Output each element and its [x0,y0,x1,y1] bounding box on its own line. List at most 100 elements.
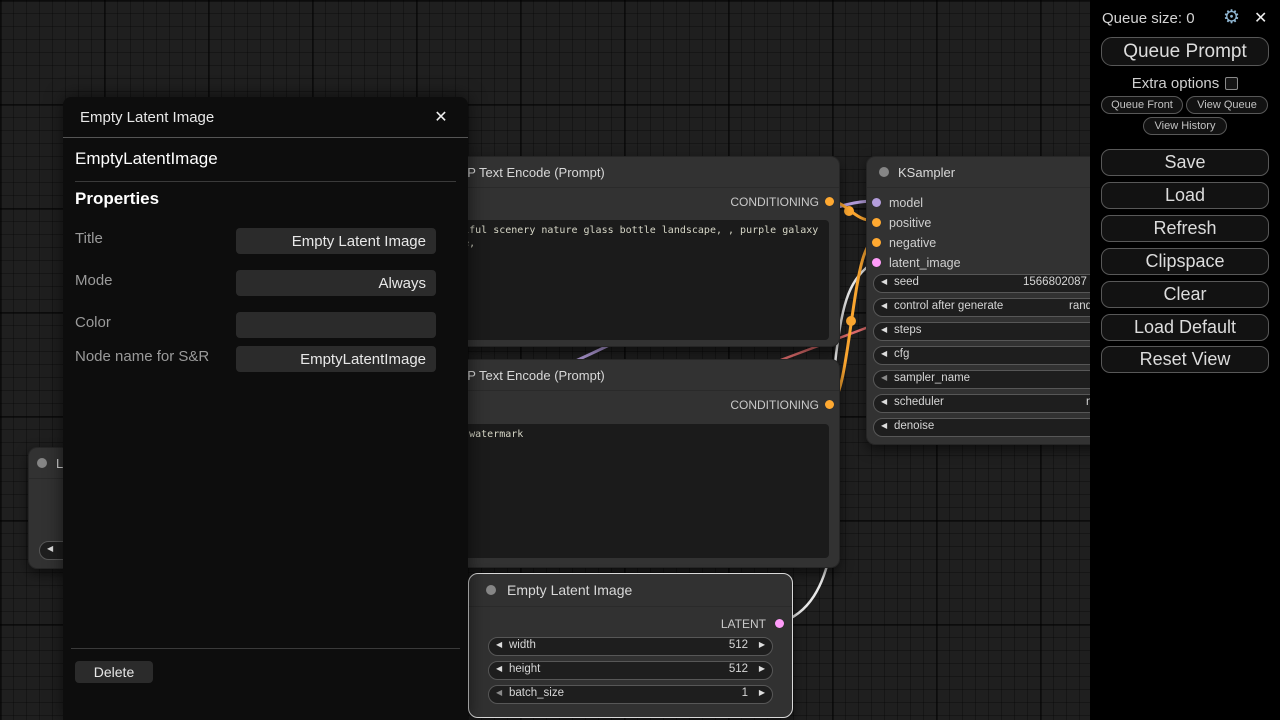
control-after-generate-widget[interactable]: ◀ control after generate rand [873,298,1090,317]
sampler-name-widget[interactable]: ◀ sampler_name [873,370,1090,389]
view-history-button[interactable]: View History [1143,117,1227,135]
wire-midpoint-dot [846,316,856,326]
input-label: latent_image [889,256,961,270]
view-queue-button[interactable]: View Queue [1186,96,1268,114]
mode-field-input[interactable]: Always [236,270,436,296]
latent-output-port[interactable] [775,619,784,628]
title-field-input[interactable]: Empty Latent Image [236,228,436,254]
node-properties-panel: Empty Latent Image ✕ EmptyLatentImage Pr… [63,97,468,720]
node-clip-text-encode-negative[interactable]: CLIP Text Encode (Prompt) CONDITIONING t… [413,359,840,568]
widget-label: sampler_name [894,372,970,384]
widget-label: seed [894,276,919,288]
panel-header: Empty Latent Image ✕ [63,97,468,137]
steps-widget[interactable]: ◀ steps [873,322,1090,341]
decrement-arrow-icon[interactable]: ◀ [881,373,887,382]
positive-input-port[interactable] [872,218,881,227]
widget-label: width [509,639,536,651]
node-ksampler[interactable]: KSampler model positive negative latent_… [866,156,1090,445]
queue-size-label: Queue size: 0 [1102,10,1195,27]
input-label: model [889,196,923,210]
conditioning-output-port[interactable] [825,197,834,206]
snr-field-input[interactable]: EmptyLatentImage [236,346,436,372]
extra-options-checkbox[interactable] [1225,77,1238,90]
height-widget[interactable]: ◀ height 512 ▶ [488,661,773,680]
load-button[interactable]: Load [1101,182,1269,209]
increment-arrow-icon[interactable]: ▶ [759,664,765,673]
decrement-arrow-icon[interactable]: ◀ [881,397,887,406]
negative-input-port[interactable] [872,238,881,247]
seed-widget[interactable]: ◀ seed 1566802087 [873,274,1090,293]
input-label: negative [889,236,936,250]
load-default-button[interactable]: Load Default [1101,314,1269,341]
increment-arrow-icon[interactable]: ▶ [759,640,765,649]
scheduler-widget[interactable]: ◀ scheduler n [873,394,1090,413]
conditioning-output-port[interactable] [825,400,834,409]
decrement-arrow-icon[interactable]: ◀ [881,421,887,430]
batch-size-widget[interactable]: ◀ batch_size 1 ▶ [488,685,773,704]
node-empty-latent-image[interactable]: Empty Latent Image LATENT ◀ width 512 ▶ … [468,573,793,718]
decrement-arrow-icon[interactable]: ◀ [881,349,887,358]
widget-label: scheduler [894,396,944,408]
collapse-dot[interactable] [486,585,496,595]
mode-field-label: Mode [75,272,113,289]
widget-label: denoise [894,420,934,432]
widget-value: 1 [742,687,748,699]
decrement-arrow-icon[interactable]: ◀ [496,640,502,649]
collapse-dot[interactable] [37,458,47,468]
latent-image-input-port[interactable] [872,258,881,267]
wire-midpoint-dot [844,206,854,216]
widget-label: height [509,663,540,675]
color-field-input[interactable] [236,312,436,338]
cfg-widget[interactable]: ◀ cfg [873,346,1090,365]
node-title-bar[interactable]: CLIP Text Encode (Prompt) [414,157,839,188]
node-clip-text-encode-positive[interactable]: CLIP Text Encode (Prompt) CONDITIONING b… [413,156,840,347]
conditioning-output-label: CONDITIONING [730,395,839,415]
width-widget[interactable]: ◀ width 512 ▶ [488,637,773,656]
refresh-button[interactable]: Refresh [1101,215,1269,242]
widget-value: 512 [729,639,748,651]
decrement-arrow-icon[interactable]: ◀ [496,664,502,673]
close-icon[interactable]: ✕ [428,101,454,133]
widget-value: rand [1069,300,1090,312]
decrement-arrow-icon[interactable]: ◀ [496,688,502,697]
panel-title: Empty Latent Image [80,97,214,137]
widget-label: steps [894,324,922,336]
properties-heading: Properties [75,189,159,209]
widget-label: cfg [894,348,909,360]
decrement-arrow-icon[interactable]: ◀ [881,325,887,334]
node-title: Empty Latent Image [507,582,632,598]
settings-gear-icon[interactable]: ⚙ [1223,6,1240,29]
decrement-arrow-icon[interactable]: ◀ [881,277,887,286]
widget-label: control after generate [894,300,1003,312]
comfy-menu: Queue size: 0 ⚙ ✕ Queue Prompt Extra opt… [1090,0,1280,720]
widget-value: 512 [729,663,748,675]
delete-button[interactable]: Delete [75,661,153,683]
node-title-bar[interactable]: CLIP Text Encode (Prompt) [414,360,839,391]
widget-value: 1566802087 [1023,276,1087,288]
denoise-widget[interactable]: ◀ denoise [873,418,1090,437]
collapse-dot[interactable] [879,167,889,177]
model-input-port[interactable] [872,198,881,207]
queue-front-button[interactable]: Queue Front [1101,96,1183,114]
increment-arrow-icon[interactable]: ▶ [759,688,765,697]
node-title-bar[interactable]: Empty Latent Image [469,574,792,607]
node-title: KSampler [898,165,955,180]
extra-options-row: Extra options [1090,74,1280,92]
save-button[interactable]: Save [1101,149,1269,176]
reset-view-button[interactable]: Reset View [1101,346,1269,373]
queue-prompt-button[interactable]: Queue Prompt [1101,37,1269,66]
extra-options-label: Extra options [1132,75,1220,92]
node-title-bar[interactable]: KSampler [867,157,1090,188]
clear-button[interactable]: Clear [1101,281,1269,308]
divider [63,137,468,138]
decrement-arrow-icon[interactable]: ◀ [881,301,887,310]
prompt-textarea[interactable]: beautiful scenery nature glass bottle la… [427,220,829,340]
color-field-label: Color [75,314,111,331]
snr-field-label: Node name for S&R [75,348,209,365]
widget-label: batch_size [509,687,564,699]
decrement-arrow-icon[interactable]: ◀ [47,544,53,553]
node-title: CLIP Text Encode (Prompt) [447,368,605,383]
close-icon[interactable]: ✕ [1254,8,1267,28]
clipspace-button[interactable]: Clipspace [1101,248,1269,275]
prompt-textarea[interactable]: text, watermark [427,424,829,558]
